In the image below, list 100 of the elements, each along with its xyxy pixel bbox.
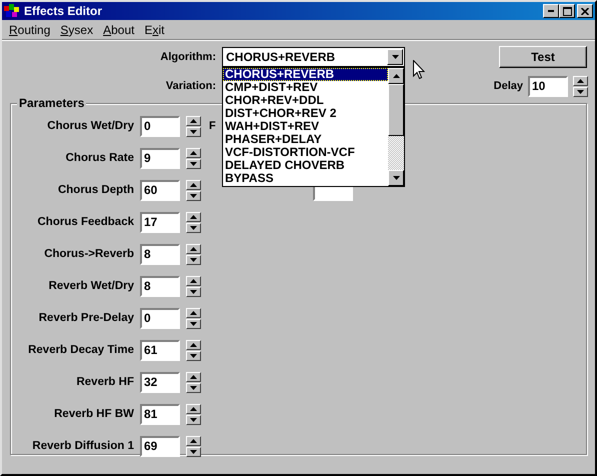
scrollbar[interactable] (388, 68, 404, 186)
dropdown-option[interactable]: BYPASS (223, 172, 388, 185)
dropdown-option[interactable]: DIST+CHOR+REV 2 (223, 107, 388, 120)
input-field[interactable]: 8 (140, 244, 180, 264)
dropdown-option[interactable]: PHASER+DELAY (223, 133, 388, 146)
close-icon (581, 8, 589, 14)
spin-up-button[interactable] (186, 244, 201, 254)
up-arrow-icon (190, 214, 197, 218)
input-field[interactable]: 0 (140, 116, 180, 136)
field-label: Reverb HF (76, 376, 134, 388)
spin-down-button[interactable] (186, 158, 201, 168)
down-arrow-icon (190, 194, 197, 198)
down-arrow-icon (190, 162, 197, 166)
spin-down-button[interactable] (186, 414, 201, 424)
dropdown-option[interactable]: CMP+DIST+REV (223, 81, 388, 94)
delay-field[interactable]: 10 (528, 76, 568, 96)
field-label: Reverb HF BW (54, 408, 134, 420)
spin-down-button[interactable] (573, 86, 588, 96)
minimize-icon (548, 10, 554, 12)
spin-up-button[interactable] (186, 276, 201, 286)
input-field[interactable]: 60 (140, 180, 180, 200)
spin-down-button[interactable] (186, 446, 201, 456)
down-arrow-icon (190, 386, 197, 390)
spin-up-button[interactable] (573, 76, 588, 86)
down-arrow-icon (190, 354, 197, 358)
spin-down-button[interactable] (186, 190, 201, 200)
up-arrow-icon (190, 406, 197, 410)
dropdown-option[interactable]: WAH+DIST+REV (223, 120, 388, 133)
up-arrow-icon (190, 310, 197, 314)
maximize-button[interactable] (559, 4, 575, 18)
spin-down-button[interactable] (186, 126, 201, 136)
down-arrow-icon (190, 258, 197, 262)
field-label: Reverb Decay Time (28, 344, 134, 356)
menu-item[interactable]: Sysex (55, 22, 98, 36)
field-label: Chorus->Reverb (44, 248, 134, 260)
spin-up-button[interactable] (186, 308, 201, 318)
down-arrow-icon (392, 55, 398, 59)
spin-down-button[interactable] (186, 222, 201, 232)
spin-up-button[interactable] (186, 404, 201, 414)
down-arrow-icon (392, 176, 400, 180)
up-arrow-icon (190, 182, 197, 186)
menu-item[interactable]: About (98, 22, 140, 36)
spin-up-button[interactable] (186, 340, 201, 350)
input-field[interactable]: 0 (140, 308, 180, 328)
field-label: Algorithm: (160, 51, 216, 63)
scroll-up-button[interactable] (388, 68, 404, 84)
menu-item[interactable]: Exit (139, 22, 170, 36)
test-button[interactable]: Test (499, 46, 587, 68)
dropdown-option[interactable]: CHORUS+REVERB (223, 68, 388, 81)
window-title: Effects Editor (24, 4, 102, 18)
close-button[interactable] (577, 4, 593, 18)
spin-down-button[interactable] (186, 254, 201, 264)
up-arrow-icon (190, 118, 197, 122)
field-label: Chorus Depth (58, 184, 134, 196)
field-label: Reverb Diffusion 1 (32, 440, 134, 452)
input-field[interactable]: 61 (140, 340, 180, 360)
down-arrow-icon (190, 130, 197, 134)
dropdown-option[interactable]: VCF-DISTORTION-VCF (223, 146, 388, 159)
spin-down-button[interactable] (186, 286, 201, 296)
up-arrow-icon (577, 78, 584, 82)
minimize-button[interactable] (543, 4, 559, 18)
algorithm-dropdown[interactable]: CHORUS+REVERB (222, 47, 405, 67)
scroll-down-button[interactable] (388, 170, 404, 186)
field-label: Chorus Wet/Dry (47, 120, 134, 132)
field-label: Chorus Feedback (38, 216, 134, 228)
input-field[interactable]: 9 (140, 148, 180, 168)
up-arrow-icon (190, 150, 197, 154)
down-arrow-icon (190, 450, 197, 454)
dropdown-button[interactable] (387, 49, 403, 65)
input-field[interactable]: 17 (140, 212, 180, 232)
spin-up-button[interactable] (186, 436, 201, 446)
app-icon (4, 4, 20, 18)
group-title: Parameters (17, 96, 86, 110)
input-field[interactable]: 8 (140, 276, 180, 296)
spin-up-button[interactable] (186, 372, 201, 382)
spin-up-button[interactable] (186, 116, 201, 126)
spin-down-button[interactable] (186, 350, 201, 360)
dropdown-option[interactable]: DELAYED CHOVERB (223, 159, 388, 172)
down-arrow-icon (190, 290, 197, 294)
field-label: Variation: (166, 80, 216, 92)
field-label: F (209, 120, 216, 132)
spin-down-button[interactable] (186, 382, 201, 392)
input-field[interactable]: 69 (140, 436, 180, 456)
field-label: Delay (494, 80, 523, 92)
input-field[interactable]: 81 (140, 404, 180, 424)
menu-item[interactable]: Routing (4, 22, 56, 36)
up-arrow-icon (190, 342, 197, 346)
cursor-icon (413, 60, 425, 79)
dropdown-option[interactable]: CHOR+REV+DDL (223, 94, 388, 107)
spin-up-button[interactable] (186, 180, 201, 190)
up-arrow-icon (190, 374, 197, 378)
up-arrow-icon (392, 74, 400, 78)
up-arrow-icon (190, 246, 197, 250)
field-label: Reverb Pre-Delay (38, 312, 134, 324)
scroll-thumb[interactable] (388, 84, 404, 136)
spin-up-button[interactable] (186, 212, 201, 222)
down-arrow-icon (577, 90, 584, 94)
input-field[interactable]: 32 (140, 372, 180, 392)
spin-up-button[interactable] (186, 148, 201, 158)
spin-down-button[interactable] (186, 318, 201, 328)
